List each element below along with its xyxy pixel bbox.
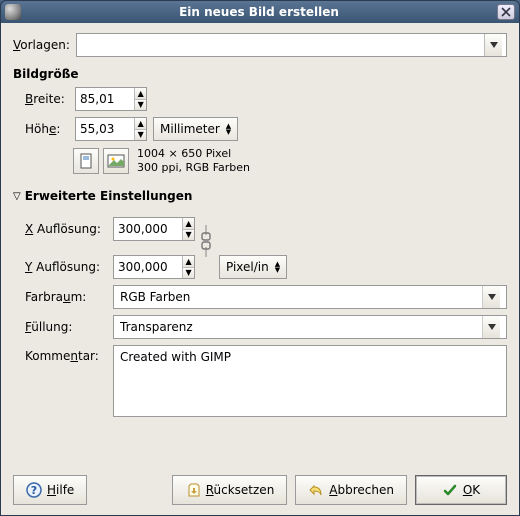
templates-row: Vorlagen: bbox=[13, 33, 507, 57]
fill-select[interactable]: Transparenz bbox=[113, 315, 507, 339]
orientation-info-row: 1004 × 650 Pixel 300 ppi, RGB Farben bbox=[25, 147, 507, 175]
reset-icon bbox=[185, 482, 201, 498]
width-row: Breite: ▲ ▼ bbox=[25, 87, 507, 111]
chevron-down-icon[interactable] bbox=[484, 34, 502, 56]
height-input[interactable] bbox=[76, 118, 134, 140]
height-label: Höhe: bbox=[25, 122, 69, 136]
yres-label: Y Auflösung: bbox=[25, 260, 107, 274]
chevron-down-icon bbox=[482, 316, 500, 338]
xres-label: X Auflösung: bbox=[25, 222, 107, 236]
comment-label: Kommentar: bbox=[25, 345, 107, 363]
portrait-button[interactable] bbox=[73, 148, 99, 174]
size-unit-combo[interactable]: Millimeter ▲▼ bbox=[153, 117, 238, 141]
yres-input[interactable] bbox=[114, 256, 182, 278]
colorspace-row: Farbraum: RGB Farben bbox=[25, 285, 507, 309]
chevron-updown-icon: ▲▼ bbox=[275, 261, 280, 273]
help-icon: ? bbox=[26, 482, 42, 498]
chain-link-icon[interactable] bbox=[197, 221, 215, 261]
image-size-title: Bildgröße bbox=[13, 67, 507, 81]
triangle-down-icon: ▽ bbox=[13, 191, 21, 202]
xres-row: X Auflösung: ▲ ▼ bbox=[25, 209, 507, 249]
app-icon bbox=[5, 4, 21, 20]
advanced-title: Erweiterte Einstellungen bbox=[25, 189, 193, 203]
cancel-label: Abbrechen bbox=[329, 483, 394, 497]
ok-label: OK bbox=[463, 483, 480, 497]
titlebar[interactable]: Ein neues Bild erstellen bbox=[1, 1, 519, 23]
advanced-expander[interactable]: ▽ Erweiterte Einstellungen bbox=[13, 189, 507, 203]
width-spin[interactable]: ▲ ▼ bbox=[75, 87, 147, 111]
comment-textarea[interactable]: Created with GIMP bbox=[113, 345, 507, 417]
colorspace-value: RGB Farben bbox=[120, 290, 190, 304]
help-button[interactable]: ? Hilfe bbox=[13, 475, 87, 505]
undo-icon bbox=[308, 482, 324, 498]
image-info: 1004 × 650 Pixel 300 ppi, RGB Farben bbox=[137, 147, 250, 175]
xres-down[interactable]: ▼ bbox=[183, 230, 194, 241]
xres-up[interactable]: ▲ bbox=[183, 218, 194, 230]
dialog-window: Ein neues Bild erstellen Vorlagen: Bildg… bbox=[0, 0, 520, 516]
ok-button[interactable]: OK bbox=[415, 475, 507, 505]
height-up[interactable]: ▲ bbox=[135, 118, 146, 130]
image-size-section: Breite: ▲ ▼ Höhe: ▲ ▼ bbox=[25, 87, 507, 181]
xres-input[interactable] bbox=[114, 218, 182, 240]
height-row: Höhe: ▲ ▼ Millimeter ▲▼ bbox=[25, 117, 507, 141]
info-pixels: 1004 × 650 Pixel bbox=[137, 147, 250, 161]
colorspace-select[interactable]: RGB Farben bbox=[113, 285, 507, 309]
width-up[interactable]: ▲ bbox=[135, 88, 146, 100]
xres-spin[interactable]: ▲ ▼ bbox=[113, 217, 195, 241]
info-ppi: 300 ppi, RGB Farben bbox=[137, 161, 250, 175]
yres-spin[interactable]: ▲ ▼ bbox=[113, 255, 195, 279]
colorspace-label: Farbraum: bbox=[25, 290, 107, 304]
width-down[interactable]: ▼ bbox=[135, 100, 146, 111]
advanced-section: X Auflösung: ▲ ▼ Y Auflösung: bbox=[25, 209, 507, 423]
templates-combo[interactable] bbox=[76, 33, 507, 57]
button-bar: ? Hilfe Rücksetzen Abbrechen OK bbox=[13, 465, 507, 505]
yres-row: Y Auflösung: ▲ ▼ Pixel/in ▲▼ bbox=[25, 255, 507, 279]
yres-up[interactable]: ▲ bbox=[183, 256, 194, 268]
res-unit-combo[interactable]: Pixel/in ▲▼ bbox=[219, 255, 287, 279]
comment-row: Kommentar: Created with GIMP bbox=[25, 345, 507, 417]
chevron-down-icon bbox=[482, 286, 500, 308]
width-input[interactable] bbox=[76, 88, 134, 110]
yres-down[interactable]: ▼ bbox=[183, 268, 194, 279]
landscape-button[interactable] bbox=[103, 148, 129, 174]
reset-button[interactable]: Rücksetzen bbox=[172, 475, 288, 505]
fill-label: Füllung: bbox=[25, 320, 107, 334]
fill-row: Füllung: Transparenz bbox=[25, 315, 507, 339]
close-button[interactable] bbox=[497, 4, 515, 20]
reset-label: Rücksetzen bbox=[206, 483, 275, 497]
chevron-updown-icon: ▲▼ bbox=[226, 123, 231, 135]
height-spin[interactable]: ▲ ▼ bbox=[75, 117, 147, 141]
height-down[interactable]: ▼ bbox=[135, 130, 146, 141]
window-title: Ein neues Bild erstellen bbox=[21, 5, 497, 19]
width-label: Breite: bbox=[25, 92, 69, 106]
fill-value: Transparenz bbox=[120, 320, 193, 334]
templates-label: Vorlagen: bbox=[13, 38, 70, 52]
dialog-content: Vorlagen: Bildgröße Breite: ▲ ▼ bbox=[1, 23, 519, 515]
ok-check-icon bbox=[442, 482, 458, 498]
help-label: Hilfe bbox=[47, 483, 74, 497]
size-unit-value: Millimeter bbox=[160, 122, 220, 136]
res-unit-value: Pixel/in bbox=[226, 260, 269, 274]
svg-text:?: ? bbox=[31, 484, 37, 497]
cancel-button[interactable]: Abbrechen bbox=[295, 475, 407, 505]
